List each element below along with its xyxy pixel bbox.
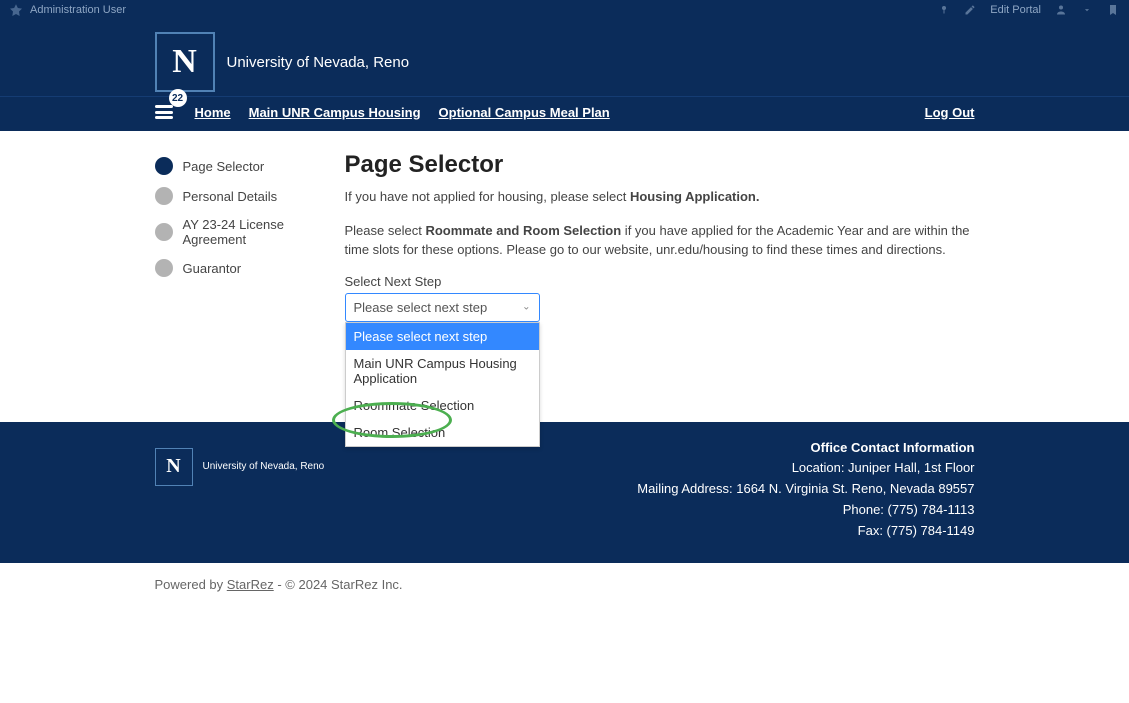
sidebar: Page Selector Personal Details AY 23-24 … — [155, 151, 315, 322]
select-option-placeholder[interactable]: Please select next step — [346, 323, 539, 350]
step-label: Guarantor — [183, 261, 242, 276]
intro2-pre: Please select — [345, 223, 426, 238]
sidebar-item-guarantor[interactable]: Guarantor — [155, 253, 315, 283]
admin-user-label: Administration User — [30, 4, 126, 16]
select-value: Please select next step — [354, 300, 488, 315]
select-next-step[interactable]: Please select next step ⌄ Please select … — [345, 293, 540, 322]
notification-badge: 22 — [169, 89, 187, 107]
contact-info: Office Contact Information Location: Jun… — [637, 438, 974, 542]
select-control[interactable]: Please select next step ⌄ — [345, 293, 540, 322]
intro-line-1: If you have not applied for housing, ple… — [345, 187, 975, 207]
logo[interactable]: N — [155, 32, 215, 92]
step-dot-icon — [155, 187, 173, 205]
powered-by: Powered by StarRez - © 2024 StarRez Inc. — [155, 577, 975, 592]
menu-button[interactable]: 22 — [155, 103, 177, 121]
contact-mailing: Mailing Address: 1664 N. Virginia St. Re… — [637, 479, 974, 500]
chevron-down-icon[interactable] — [1081, 4, 1093, 16]
step-label: Page Selector — [183, 159, 265, 174]
powered-prefix: Powered by — [155, 577, 227, 592]
select-menu: Please select next step Main UNR Campus … — [345, 322, 540, 447]
main-content: Page Selector If you have not applied fo… — [345, 151, 975, 322]
step-dot-icon — [155, 223, 173, 241]
chevron-down-icon: ⌄ — [522, 302, 530, 313]
intro-line-2: Please select Roommate and Room Selectio… — [345, 221, 975, 260]
select-option-room-selection[interactable]: Room Selection — [346, 419, 539, 446]
select-option-roommate-selection[interactable]: Roommate Selection — [346, 392, 539, 419]
contact-title: Office Contact Information — [637, 438, 974, 459]
intro1-bold: Housing Application. — [630, 189, 760, 204]
logo-letter: N — [172, 43, 197, 81]
step-label: Personal Details — [183, 189, 278, 204]
step-dot-icon — [155, 157, 173, 175]
contact-fax: Fax: (775) 784-1149 — [637, 521, 974, 542]
pencil-icon[interactable] — [964, 4, 976, 16]
step-label: AY 23-24 License Agreement — [183, 217, 315, 247]
footer-logo[interactable]: N — [155, 448, 193, 486]
powered-link[interactable]: StarRez — [227, 577, 274, 592]
select-label: Select Next Step — [345, 274, 975, 289]
brand-bar: N University of Nevada, Reno — [0, 20, 1129, 96]
step-dot-icon — [155, 259, 173, 277]
pin-icon[interactable] — [938, 4, 950, 16]
nav-meal-plan[interactable]: Optional Campus Meal Plan — [439, 105, 610, 120]
university-name: University of Nevada, Reno — [227, 54, 410, 71]
star-icon — [10, 4, 22, 16]
sidebar-item-page-selector[interactable]: Page Selector — [155, 151, 315, 181]
footer: N University of Nevada, Reno Office Cont… — [0, 422, 1129, 564]
nav-logout[interactable]: Log Out — [925, 105, 975, 120]
edit-portal-link[interactable]: Edit Portal — [990, 4, 1041, 16]
sidebar-item-personal-details[interactable]: Personal Details — [155, 181, 315, 211]
contact-phone: Phone: (775) 784-1113 — [637, 500, 974, 521]
footer-university-name: University of Nevada, Reno — [203, 461, 325, 472]
admin-bar: Administration User Edit Portal — [0, 0, 1129, 20]
sidebar-item-license-agreement[interactable]: AY 23-24 License Agreement — [155, 211, 315, 253]
intro2-bold: Roommate and Room Selection — [425, 223, 621, 238]
intro1-pre: If you have not applied for housing, ple… — [345, 189, 630, 204]
page-title: Page Selector — [345, 151, 975, 179]
contact-location: Location: Juniper Hall, 1st Floor — [637, 458, 974, 479]
content: Page Selector Personal Details AY 23-24 … — [0, 131, 1129, 362]
select-option-housing-app[interactable]: Main UNR Campus Housing Application — [346, 350, 539, 392]
logo-letter: N — [166, 455, 180, 478]
footer-brand: N University of Nevada, Reno — [155, 448, 325, 486]
nav-main-housing[interactable]: Main UNR Campus Housing — [249, 105, 421, 120]
nav-bar: 22 Home Main UNR Campus Housing Optional… — [0, 96, 1129, 131]
powered-suffix: - © 2024 StarRez Inc. — [274, 577, 403, 592]
user-icon[interactable] — [1055, 4, 1067, 16]
bookmark-icon[interactable] — [1107, 4, 1119, 16]
nav-home[interactable]: Home — [195, 105, 231, 120]
